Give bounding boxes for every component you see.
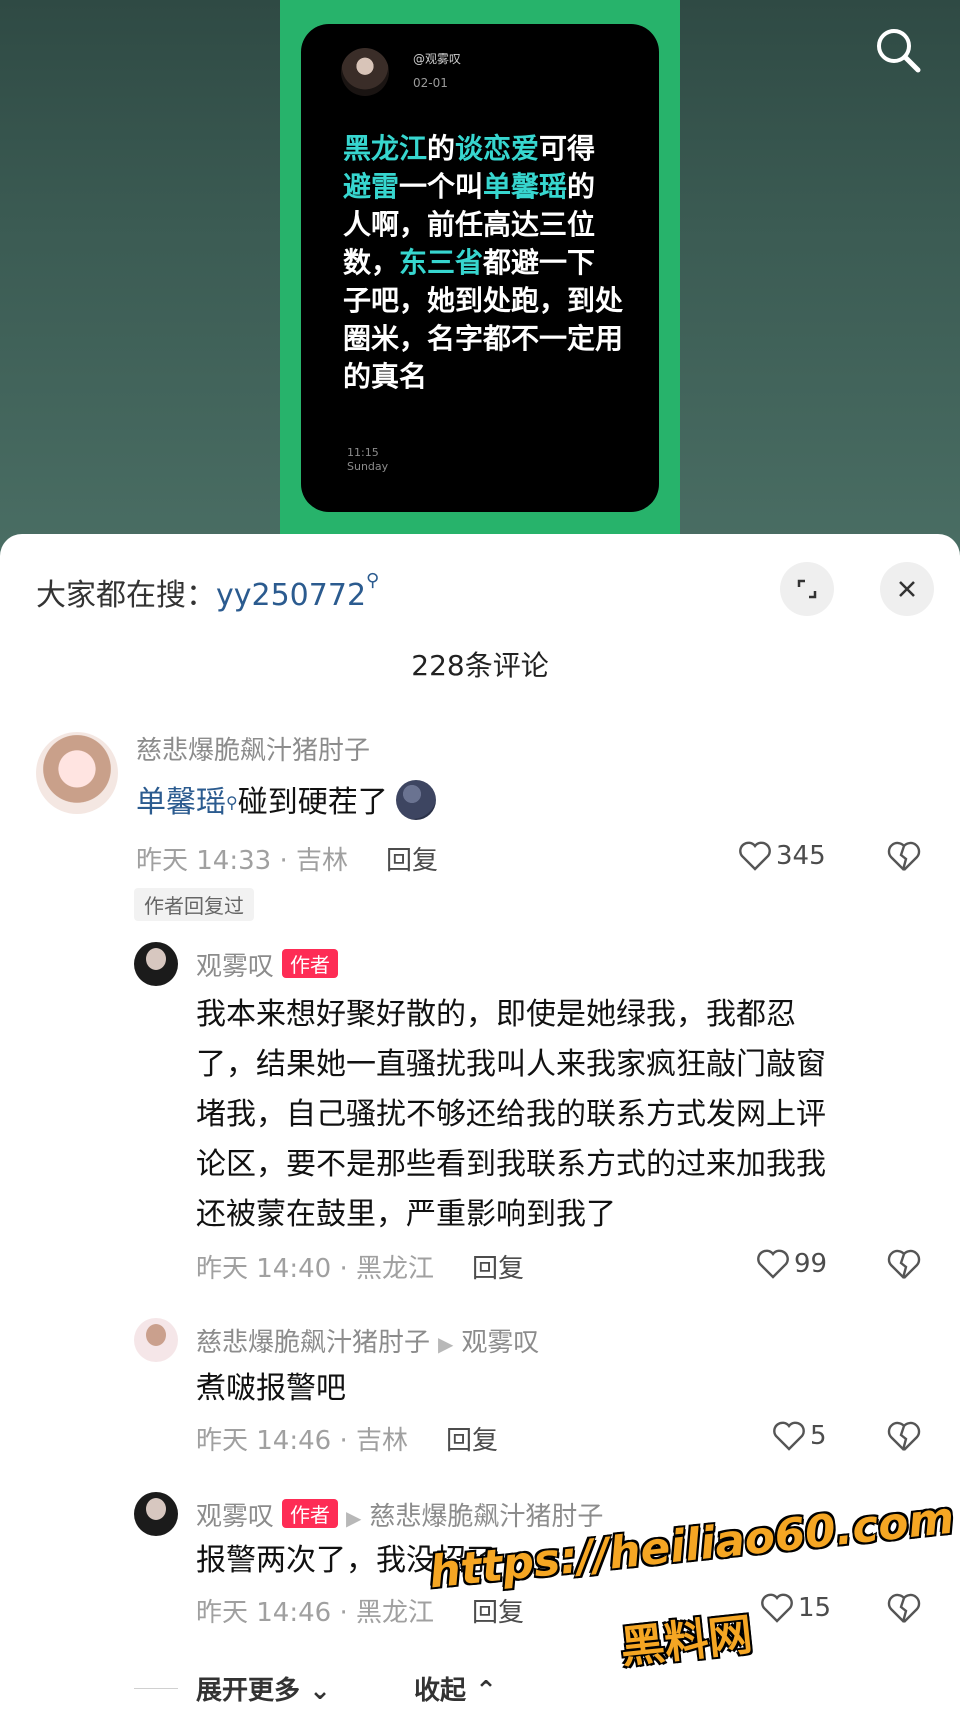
reply-arrow-icon: ▶	[438, 1332, 454, 1356]
search-mini-icon: ⚲	[366, 570, 380, 591]
card-text-segment: 东三省	[399, 246, 484, 279]
comment-username[interactable]: 观雾叹 作者	[196, 946, 339, 983]
close-button[interactable]	[880, 562, 934, 616]
comment-text: 单馨瑶⚲碰到硬茬了	[136, 778, 436, 828]
comment-body: 碰到硬茬了	[237, 785, 388, 820]
comment-time-location: 昨天 14:46 · 黑龙江	[196, 1598, 434, 1628]
comment-meta: 昨天 14:46 · 黑龙江 回复	[196, 1592, 524, 1629]
comment-meta: 昨天 14:46 · 吉林 回复	[196, 1420, 498, 1457]
comment-line: 我本来想好聚好散的，即使是她绿我，我都忍	[196, 997, 796, 1032]
card-handle: @观雾叹	[413, 52, 462, 66]
like-count: 345	[776, 841, 826, 871]
expand-more-button[interactable]: 展开更多 ⌄	[196, 1670, 331, 1707]
like-button[interactable]: 99	[756, 1248, 827, 1280]
expand-button[interactable]	[780, 562, 834, 616]
card-day: Sunday	[347, 460, 389, 473]
like-count: 99	[794, 1249, 828, 1279]
comment-time-location: 昨天 14:40 · 黑龙江	[196, 1254, 434, 1284]
dislike-icon[interactable]	[886, 1590, 922, 1626]
card-text-segment: 一个叫	[399, 170, 484, 203]
chevron-down-icon: ⌄	[309, 1676, 331, 1706]
reply-button[interactable]: 回复	[472, 1254, 524, 1284]
comment-text: 煮啵报警吧	[196, 1371, 346, 1406]
reply-to-username[interactable]: 慈悲爆脆飙汁猪肘子	[369, 1502, 603, 1532]
reply-arrow-icon: ▶	[346, 1506, 362, 1530]
thread-controls: 展开更多 ⌄ 收起 ⌃	[0, 1658, 960, 1718]
comment-username[interactable]: 慈悲爆脆飙汁猪肘子 ▶ 观雾叹	[196, 1322, 539, 1359]
reply-button[interactable]: 回复	[446, 1426, 498, 1456]
card-time-value: 11:15	[347, 446, 379, 459]
comment-line: 论区，要不是那些看到我联系方式的过来加我我	[196, 1147, 826, 1182]
like-button[interactable]: 5	[772, 1420, 827, 1452]
comment-text: 我本来想好聚好散的，即使是她绿我，我都忍 了，结果她一直骚扰我叫人来我家疯狂敲门…	[196, 990, 826, 1240]
reply-button[interactable]: 回复	[472, 1598, 524, 1628]
search-mini-icon: ⚲	[226, 793, 238, 812]
card-text: 黑龙江的谈恋爱可得避雷一个叫单馨瑶的人啊，前任高达三位数，东三省都避一下子吧，她…	[343, 130, 623, 396]
comment-username[interactable]: 观雾叹 作者 ▶ 慈悲爆脆飙汁猪肘子	[196, 1496, 603, 1533]
author-badge: 作者	[282, 949, 339, 978]
comment-meta: 昨天 14:33 · 吉林 回复	[136, 840, 438, 877]
card-text-segment: 避雷	[343, 170, 400, 203]
card-text-segment: 黑龙江	[343, 132, 428, 165]
card-text-segment: 的	[427, 132, 456, 165]
author-replied-tag: 作者回复过	[134, 888, 254, 921]
dislike-icon[interactable]	[886, 838, 922, 874]
search-icon[interactable]	[872, 24, 924, 76]
like-button[interactable]: 15	[760, 1592, 831, 1624]
collapse-label: 收起	[414, 1676, 467, 1706]
heart-icon	[773, 1421, 805, 1451]
close-icon	[899, 581, 915, 597]
card-time: 11:15 Sunday	[347, 446, 388, 474]
username-text[interactable]: 慈悲爆脆飙汁猪肘子	[196, 1328, 430, 1358]
comment-count: 228条评论	[411, 649, 549, 682]
dislike-icon[interactable]	[886, 1418, 922, 1454]
heart-icon	[761, 1593, 793, 1623]
comment-username[interactable]: 慈悲爆脆飙汁猪肘子	[136, 730, 370, 767]
card-date: 02-01	[413, 76, 448, 90]
video-area[interactable]: @观雾叹 02-01 黑龙江的谈恋爱可得避雷一个叫单馨瑶的人啊，前任高达三位数，…	[0, 0, 960, 560]
comment-keyword-link[interactable]: 单馨瑶	[136, 785, 226, 820]
comment-line: 堵我，自己骚扰不够还给我的联系方式发网上评	[196, 1097, 826, 1132]
like-count: 5	[810, 1421, 827, 1451]
chevron-up-icon: ⌃	[475, 1676, 497, 1706]
username-text[interactable]: 观雾叹	[196, 1502, 274, 1532]
search-keyword-link[interactable]: yy250772	[216, 578, 366, 613]
emoji-icon	[395, 780, 436, 820]
like-count: 15	[798, 1593, 832, 1623]
comment-line: 还被蒙在鼓里，严重影响到我了	[196, 1197, 616, 1232]
heart-icon	[757, 1249, 789, 1279]
comment-time-location: 昨天 14:46 · 吉林	[196, 1426, 408, 1456]
card-text-segment: 单馨瑶	[483, 170, 568, 203]
watermark-name: 黑料网	[618, 1609, 755, 1674]
card-text-segment: 可得	[539, 132, 596, 165]
heart-icon	[739, 841, 771, 871]
reply-button[interactable]: 回复	[386, 846, 438, 876]
card-text-segment: 谈恋爱	[455, 132, 540, 165]
avatar[interactable]	[36, 732, 118, 814]
reply-to-username[interactable]: 观雾叹	[461, 1328, 539, 1358]
expand-icon	[797, 579, 817, 599]
avatar[interactable]	[134, 942, 178, 986]
comment-meta: 昨天 14:40 · 黑龙江 回复	[196, 1248, 524, 1285]
author-badge: 作者	[282, 1499, 339, 1528]
dislike-icon[interactable]	[886, 1246, 922, 1282]
comment-line: 了，结果她一直骚扰我叫人来我家疯狂敲门敲窗	[196, 1047, 826, 1082]
divider	[134, 1688, 178, 1689]
search-prefix: 大家都在搜：	[36, 578, 216, 613]
avatar[interactable]	[134, 1318, 178, 1362]
username-text[interactable]: 观雾叹	[196, 952, 274, 982]
card-avatar	[341, 48, 389, 96]
search-suggestion[interactable]: 大家都在搜：yy250772⚲	[36, 570, 379, 614]
comment-time-location: 昨天 14:33 · 吉林	[136, 846, 348, 876]
post-card: @观雾叹 02-01 黑龙江的谈恋爱可得避雷一个叫单馨瑶的人啊，前任高达三位数，…	[301, 24, 659, 512]
like-button[interactable]: 345	[738, 840, 826, 872]
expand-more-label: 展开更多	[196, 1676, 301, 1706]
collapse-button[interactable]: 收起 ⌃	[414, 1670, 497, 1707]
avatar[interactable]	[134, 1492, 178, 1536]
